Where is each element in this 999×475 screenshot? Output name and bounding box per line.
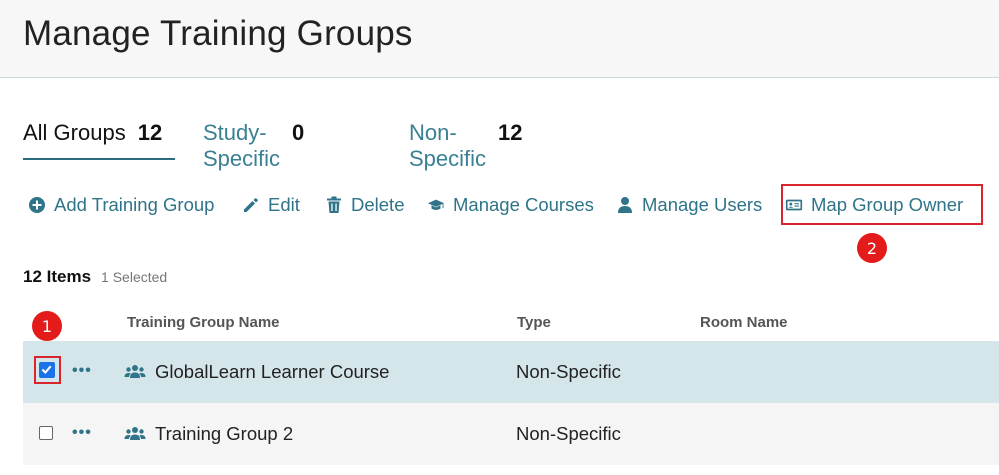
column-header-type[interactable]: Type bbox=[517, 314, 551, 331]
tab-non-specific-count: 12 bbox=[498, 120, 523, 145]
tab-non-specific[interactable]: Non-Specific 12 bbox=[409, 120, 523, 171]
items-count: 12 Items bbox=[23, 267, 92, 286]
tab-study-specific-label: Study-Specific bbox=[203, 120, 281, 171]
users-group-icon bbox=[124, 425, 146, 448]
users-group-icon bbox=[124, 363, 146, 386]
tab-study-specific[interactable]: Study-Specific 0 bbox=[203, 120, 305, 171]
training-group-type: Non-Specific bbox=[516, 361, 621, 382]
manage-users-button[interactable]: Manage Users bbox=[616, 190, 762, 220]
training-group-type: Non-Specific bbox=[516, 423, 621, 444]
trash-icon bbox=[325, 196, 343, 214]
tab-all-groups[interactable]: All Groups 12 bbox=[23, 120, 175, 160]
training-group-name[interactable]: Training Group 2 bbox=[155, 403, 293, 465]
row-actions-button[interactable]: ••• bbox=[72, 362, 92, 380]
row-checkbox[interactable] bbox=[39, 426, 53, 440]
manage-users-label: Manage Users bbox=[642, 194, 763, 215]
delete-label: Delete bbox=[351, 194, 405, 215]
add-training-group-button[interactable]: Add Training Group bbox=[28, 190, 214, 220]
edit-label: Edit bbox=[268, 194, 300, 215]
tab-all-groups-count: 12 bbox=[137, 120, 163, 145]
callout-2: 2 bbox=[857, 233, 887, 263]
page-title: Manage Training Groups bbox=[23, 14, 413, 53]
map-group-owner-highlight bbox=[781, 184, 983, 225]
edit-button[interactable]: Edit bbox=[242, 190, 300, 220]
manage-courses-label: Manage Courses bbox=[453, 194, 594, 215]
tab-non-specific-label: Non-Specific bbox=[409, 120, 487, 171]
table-row[interactable]: ••• Training Group 2 Non-Specific bbox=[23, 403, 999, 465]
page-header: Manage Training Groups bbox=[0, 0, 999, 78]
column-header-name[interactable]: Training Group Name bbox=[127, 314, 280, 331]
tab-study-specific-count: 0 bbox=[292, 120, 305, 145]
user-icon bbox=[616, 196, 634, 214]
row-checkbox[interactable] bbox=[39, 362, 55, 378]
tab-all-groups-label: All Groups bbox=[23, 120, 126, 145]
pencil-icon bbox=[242, 196, 260, 214]
manage-courses-button[interactable]: Manage Courses bbox=[427, 190, 594, 220]
table-row[interactable]: ••• GlobalLearn Learner Course Non-Speci… bbox=[23, 341, 999, 403]
add-training-group-label: Add Training Group bbox=[54, 194, 215, 215]
row-actions-button[interactable]: ••• bbox=[72, 424, 92, 442]
plus-circle-icon bbox=[28, 196, 46, 214]
items-summary: 12 Items 1 Selected bbox=[23, 267, 167, 287]
selected-count: 1 Selected bbox=[101, 269, 168, 285]
delete-button[interactable]: Delete bbox=[325, 190, 404, 220]
callout-1: 1 bbox=[32, 311, 62, 341]
training-group-name[interactable]: GlobalLearn Learner Course bbox=[155, 341, 389, 403]
graduation-cap-icon bbox=[427, 196, 445, 214]
column-header-room[interactable]: Room Name bbox=[700, 314, 788, 331]
